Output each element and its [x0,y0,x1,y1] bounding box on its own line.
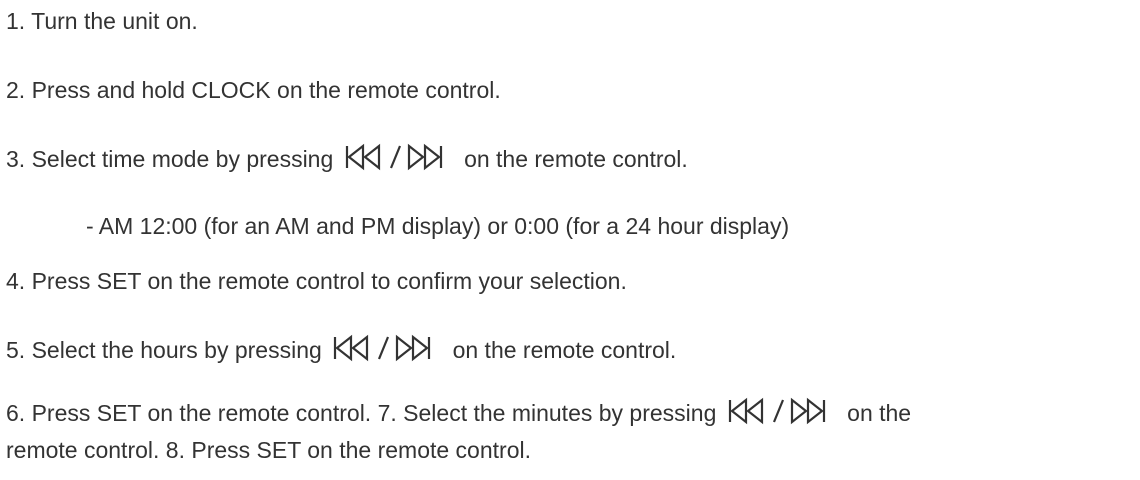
step-3-note-text: - AM 12:00 (for an AM and PM display) or… [86,213,790,239]
step-2: 2. Press and hold CLOCK on the remote co… [6,75,501,105]
skip-back-forward-icon [332,334,438,362]
skip-back-forward-icon [344,143,450,171]
step-6-continuation: remote control. 8. Press SET on the remo… [6,435,531,465]
step-6: 6. Press SET on the remote control. 7. S… [6,397,911,428]
step-3-text-after: on the remote control. [464,146,688,172]
step-5-text-after: on the remote control. [452,337,677,363]
step-6-text-before: 6. Press SET on the remote control. 7. S… [6,400,717,426]
step-4-text: 4. Press SET on the remote control to co… [6,268,627,294]
step-5-text-before: 5. Select the hours by pressing [6,337,322,363]
skip-back-forward-icon [727,397,833,425]
step-3-text-before: 3. Select time mode by pressing [6,146,334,172]
step-5: 5. Select the hours by pressing on the r… [6,334,676,365]
step-3-note: - AM 12:00 (for an AM and PM display) or… [86,211,789,241]
step-3: 3. Select time mode by pressing on the r… [6,143,688,174]
step-4: 4. Press SET on the remote control to co… [6,266,627,296]
instructions-document: 1. Turn the unit on. 2. Press and hold C… [0,0,1140,480]
step-1-text: 1. Turn the unit on. [6,8,198,34]
step-6-text-after: on the [847,400,912,426]
step-6-continuation-text: remote control. 8. Press SET on the remo… [6,437,531,463]
step-1: 1. Turn the unit on. [6,6,198,36]
step-2-text: 2. Press and hold CLOCK on the remote co… [6,77,501,103]
